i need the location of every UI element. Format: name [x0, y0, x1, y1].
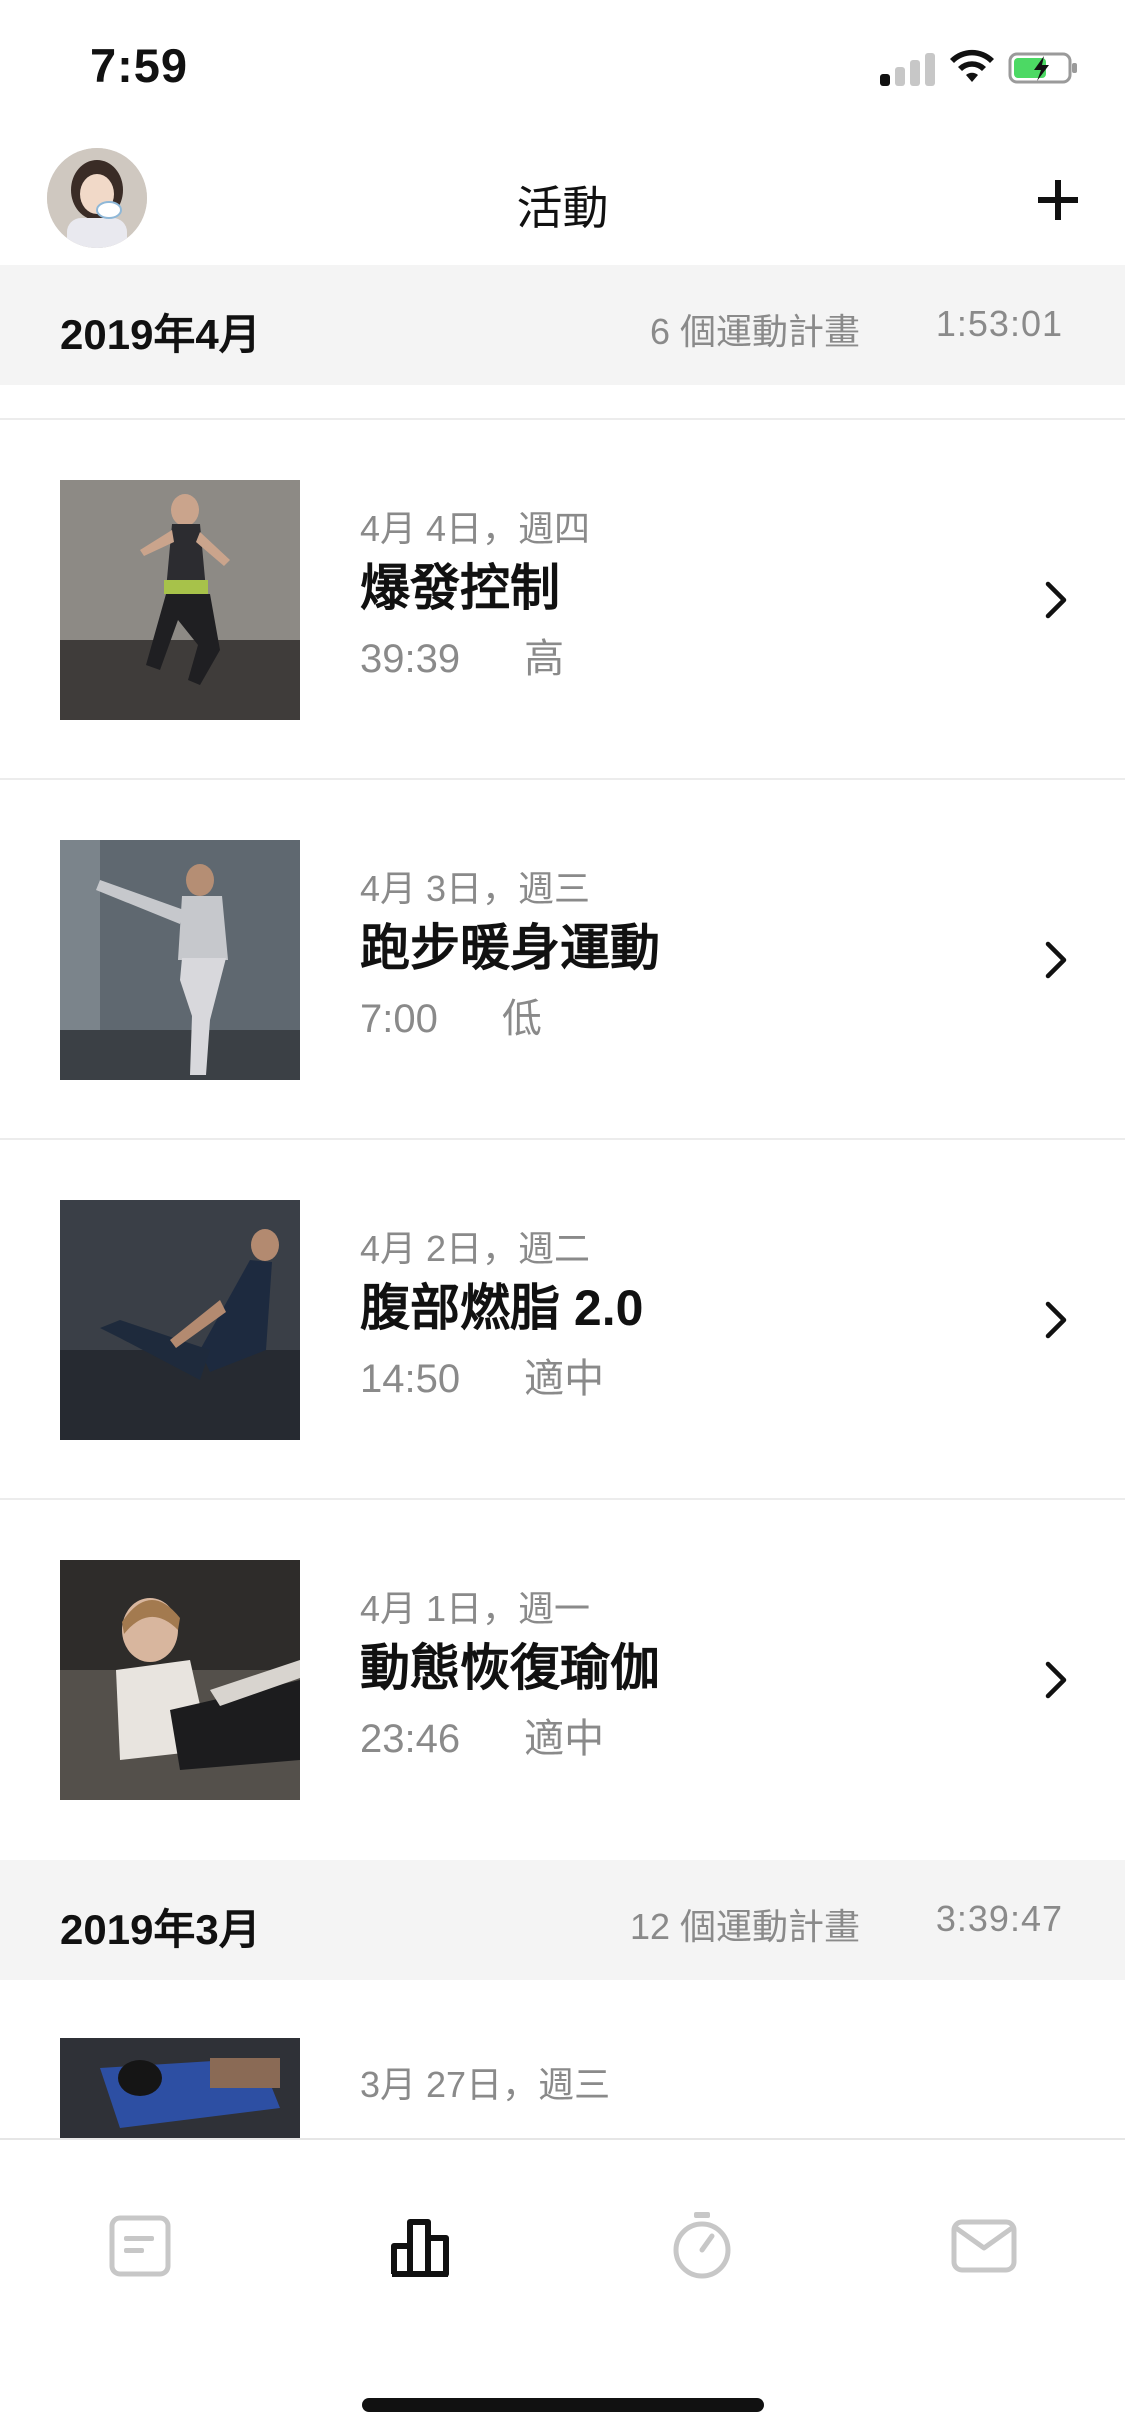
- chevron-right-icon: [1045, 1661, 1067, 1699]
- page-title: 活動: [516, 182, 609, 234]
- inbox-icon[interactable]: [948, 2210, 1020, 2282]
- activity-row[interactable]: 4月 3日，週三 跑步暖身運動 7:00 低: [0, 780, 1125, 1140]
- activity-title: 動態恢復瑜伽: [360, 1640, 660, 1696]
- activity-chart-icon[interactable]: [386, 2210, 458, 2282]
- activity-row[interactable]: 3月 27日，週三: [0, 1980, 1125, 2138]
- activity-row[interactable]: 4月 4日，週四 爆發控制 39:39 高: [0, 420, 1125, 780]
- home-indicator[interactable]: [362, 2398, 764, 2412]
- feed-icon[interactable]: [104, 2210, 176, 2282]
- activity-meta: 7:00 低: [360, 986, 542, 1044]
- status-time: 7:59: [90, 39, 189, 92]
- month-workout-count: 12 個運動計畫: [629, 1906, 860, 1947]
- activity-meta: 14:50 適中: [360, 1346, 604, 1404]
- add-button[interactable]: [1030, 172, 1086, 228]
- chevron-right-icon: [1045, 581, 1067, 619]
- nav-header: 活動: [0, 132, 1125, 265]
- workout-thumbnail: [60, 480, 300, 720]
- activity-duration: 7:00: [360, 997, 438, 1041]
- month-title: 2019年4月: [60, 311, 261, 358]
- month-total-duration: 3:39:47: [935, 1898, 1063, 1939]
- cellular-signal-icon: [880, 52, 936, 86]
- activity-intensity: 高: [524, 637, 565, 681]
- activity-date: 3月 27日，週三: [360, 2064, 611, 2105]
- activity-duration: 23:46: [360, 1717, 461, 1761]
- activity-date: 4月 4日，週四: [360, 508, 591, 549]
- activity-intensity: 低: [501, 997, 542, 1041]
- workout-thumbnail: [60, 1560, 300, 1800]
- battery-charging-icon: [1008, 52, 1077, 84]
- month-total-duration: 1:53:01: [935, 303, 1063, 344]
- activity-date: 4月 3日，週三: [360, 868, 591, 909]
- activity-intensity: 適中: [524, 1717, 605, 1761]
- activity-title: 爆發控制: [360, 560, 560, 616]
- activity-intensity: 適中: [524, 1357, 605, 1401]
- chevron-right-icon: [1045, 1301, 1067, 1339]
- workout-thumbnail: [60, 2038, 300, 2138]
- activity-meta: 39:39 高: [360, 626, 564, 684]
- workout-thumbnail: [60, 1200, 300, 1440]
- activity-date: 4月 2日，週二: [360, 1228, 591, 1269]
- activity-duration: 14:50: [360, 1357, 461, 1401]
- month-section-header: 2019年3月 12 個運動計畫 3:39:47: [0, 1860, 1125, 1980]
- month-section-header: 2019年4月 6 個運動計畫 1:53:01: [0, 265, 1125, 385]
- activity-row[interactable]: 4月 1日，週一 動態恢復瑜伽 23:46 適中: [0, 1500, 1125, 1860]
- activity-title: 跑步暖身運動: [360, 920, 660, 976]
- activity-row[interactable]: 4月 2日，週二 腹部燃脂 2.0 14:50 適中: [0, 1140, 1125, 1500]
- activity-duration: 39:39: [360, 637, 461, 681]
- tab-bar: [0, 2138, 1125, 2436]
- month-title: 2019年3月: [60, 1906, 261, 1953]
- activity-title: 腹部燃脂 2.0: [360, 1280, 644, 1336]
- stopwatch-icon[interactable]: [666, 2210, 738, 2282]
- wifi-icon: [950, 49, 994, 82]
- status-bar: 7:59: [0, 0, 1125, 132]
- workout-thumbnail: [60, 840, 300, 1080]
- activity-date: 4月 1日，週一: [360, 1588, 591, 1629]
- chevron-right-icon: [1045, 941, 1067, 979]
- month-workout-count: 6 個運動計畫: [649, 311, 860, 352]
- activity-meta: 23:46 適中: [360, 1706, 604, 1764]
